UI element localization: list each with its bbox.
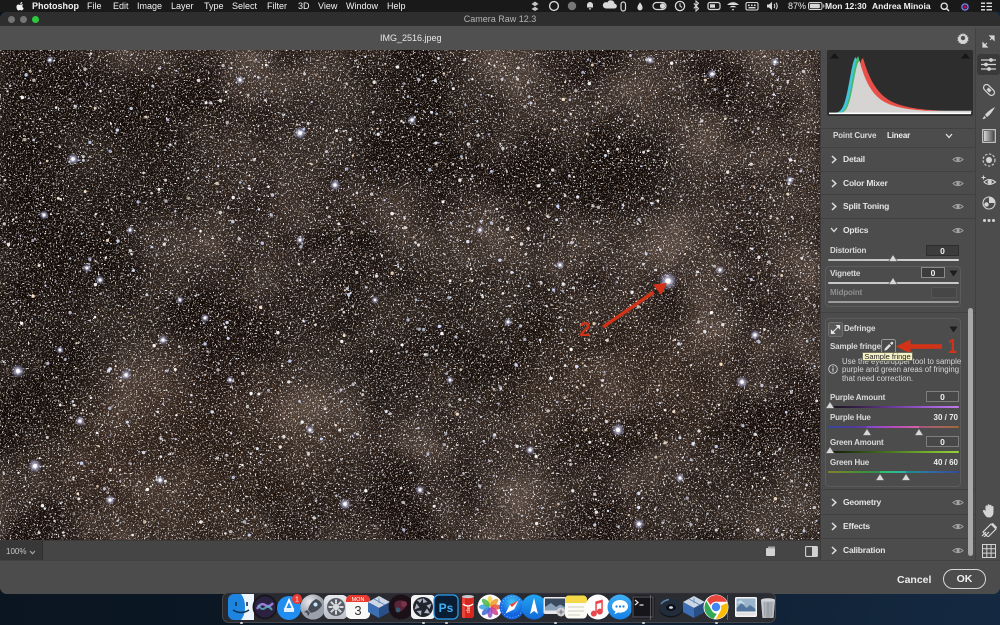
svg-text:1: 1 xyxy=(948,336,957,357)
svg-text:3: 3 xyxy=(354,603,361,618)
svg-text:diet: diet xyxy=(466,604,472,613)
svg-text:MON: MON xyxy=(352,597,365,603)
svg-text:1: 1 xyxy=(295,597,299,604)
svg-text:Ps: Ps xyxy=(439,601,454,615)
svg-text:2: 2 xyxy=(579,319,590,341)
